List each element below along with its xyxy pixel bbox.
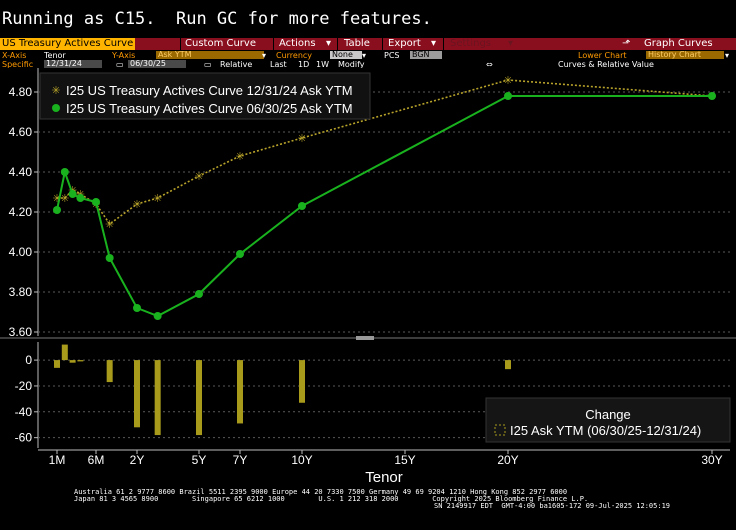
y-tick-label: 3.80 xyxy=(9,285,33,299)
yield-curve-chart: 3.603.804.004.204.404.604.80✳✳✳✳✳✳✳✳✳✳✳✳… xyxy=(0,68,736,486)
x-tick-label: 1M xyxy=(49,453,66,467)
export-menu[interactable]: Export xyxy=(388,38,421,50)
table-button[interactable]: Table xyxy=(344,38,370,50)
point-marker xyxy=(133,304,141,312)
chevron-down-icon: ▾ xyxy=(326,38,332,49)
point-marker: ✳ xyxy=(132,199,141,211)
date1-input[interactable]: 12/31/24 xyxy=(44,60,102,68)
point-marker: ✳ xyxy=(503,75,512,87)
legend-star-icon: ✳ xyxy=(51,85,60,97)
point-marker: ✳ xyxy=(153,193,162,205)
x-tick-label: 30Y xyxy=(701,453,722,467)
y-tick-label: 3.60 xyxy=(9,325,33,339)
chevron-down-icon: ▾ xyxy=(725,51,730,60)
change-bar xyxy=(54,360,60,368)
lower-y-tick-label: -60 xyxy=(15,431,33,445)
footer: Australia 61 2 9777 8600 Brazil 5511 239… xyxy=(0,486,736,530)
legend-label: I25 US Treasury Actives Curve 06/30/25 A… xyxy=(66,101,353,116)
point-marker: ✳ xyxy=(105,219,114,231)
point-marker xyxy=(298,202,306,210)
command-line[interactable]: Running as C15. Run GC for more features… xyxy=(0,0,736,38)
lower-y-tick-label: 0 xyxy=(25,353,32,367)
lower-chart-select[interactable]: History Chart xyxy=(646,51,724,59)
lower-y-tick-label: -40 xyxy=(15,405,33,419)
xaxis-label: X-Axis xyxy=(2,51,27,60)
lower-legend-title: Change xyxy=(585,407,631,422)
change-bar xyxy=(154,360,161,436)
change-bar xyxy=(505,360,511,370)
lower-y-tick-label: -20 xyxy=(15,379,33,393)
pcs-label: PCS xyxy=(384,51,400,60)
x-tick-label: 6M xyxy=(88,453,105,467)
date2-input[interactable]: 06/30/25 xyxy=(128,60,186,68)
y-tick-label: 4.00 xyxy=(9,245,33,259)
settings-menu[interactable]: Settings xyxy=(450,38,491,50)
point-marker xyxy=(153,312,162,320)
drag-handle-icon xyxy=(356,336,374,340)
point-marker xyxy=(68,190,77,198)
change-bar xyxy=(106,360,113,383)
x-tick-label: 5Y xyxy=(192,453,207,467)
menu-bar: US Treasury Actives Curve Custom Curve A… xyxy=(0,38,736,50)
point-marker xyxy=(236,250,244,258)
change-bar xyxy=(69,360,76,363)
legend-label: I25 US Treasury Actives Curve 12/31/24 A… xyxy=(66,83,353,98)
lower-legend-label: I25 Ask YTM (06/30/25-12/31/24) xyxy=(510,423,701,438)
point-marker xyxy=(708,92,716,100)
change-bar xyxy=(299,360,305,403)
point-marker: ✳ xyxy=(194,171,203,183)
chevron-down-icon: ▾ xyxy=(508,38,514,49)
tab-curve[interactable]: US Treasury Actives Curve xyxy=(0,38,136,50)
x-tick-label: 20Y xyxy=(497,453,518,467)
currency-label: Currency xyxy=(276,51,313,60)
point-marker: ✳ xyxy=(297,133,306,145)
chevron-down-icon: ▾ xyxy=(262,51,267,60)
graph-curves-button[interactable]: Graph Curves xyxy=(644,38,713,50)
lower-chart-label: Lower Chart xyxy=(578,51,627,60)
legend-circle-icon xyxy=(52,104,60,112)
controls-row-1: X-Axis Tenor Y-Axis Ask YTM ▾ Currency N… xyxy=(0,51,736,60)
change-bar xyxy=(134,360,140,428)
y-tick-label: 4.20 xyxy=(9,205,33,219)
point-marker xyxy=(195,290,203,298)
point-marker xyxy=(105,254,114,262)
change-bar xyxy=(196,360,202,436)
x-tick-label: 10Y xyxy=(291,453,312,467)
y-tick-label: 4.80 xyxy=(9,85,33,99)
x-tick-label: 15Y xyxy=(394,453,415,467)
yaxis-select[interactable]: Ask YTM xyxy=(156,51,264,59)
point-marker xyxy=(92,198,100,206)
chevron-down-icon: ▾ xyxy=(362,51,367,60)
point-marker xyxy=(60,168,69,176)
footer-line-3: SN 2149917 EDT GMT-4:00 ba1605-172 09-Ju… xyxy=(434,502,671,510)
x-tick-label: 7Y xyxy=(233,453,248,467)
pcs-input[interactable]: BGN xyxy=(410,51,442,59)
point-marker xyxy=(53,206,61,214)
point-marker: ✳ xyxy=(235,151,244,163)
y-tick-label: 4.40 xyxy=(9,165,33,179)
graph-icon: ⬏ xyxy=(622,38,631,49)
point-marker xyxy=(504,92,512,100)
chevron-down-icon: ▾ xyxy=(431,38,437,49)
x-axis-title: Tenor xyxy=(365,469,403,486)
point-marker xyxy=(76,194,85,202)
change-bar xyxy=(77,360,84,362)
change-bar xyxy=(61,344,68,361)
actions-menu[interactable]: Actions xyxy=(279,38,316,50)
custom-curve-button[interactable]: Custom Curve xyxy=(185,38,256,50)
change-bar xyxy=(237,360,243,424)
y-tick-label: 4.60 xyxy=(9,125,33,139)
currency-select[interactable]: None xyxy=(330,51,362,59)
x-tick-label: 2Y xyxy=(130,453,145,467)
